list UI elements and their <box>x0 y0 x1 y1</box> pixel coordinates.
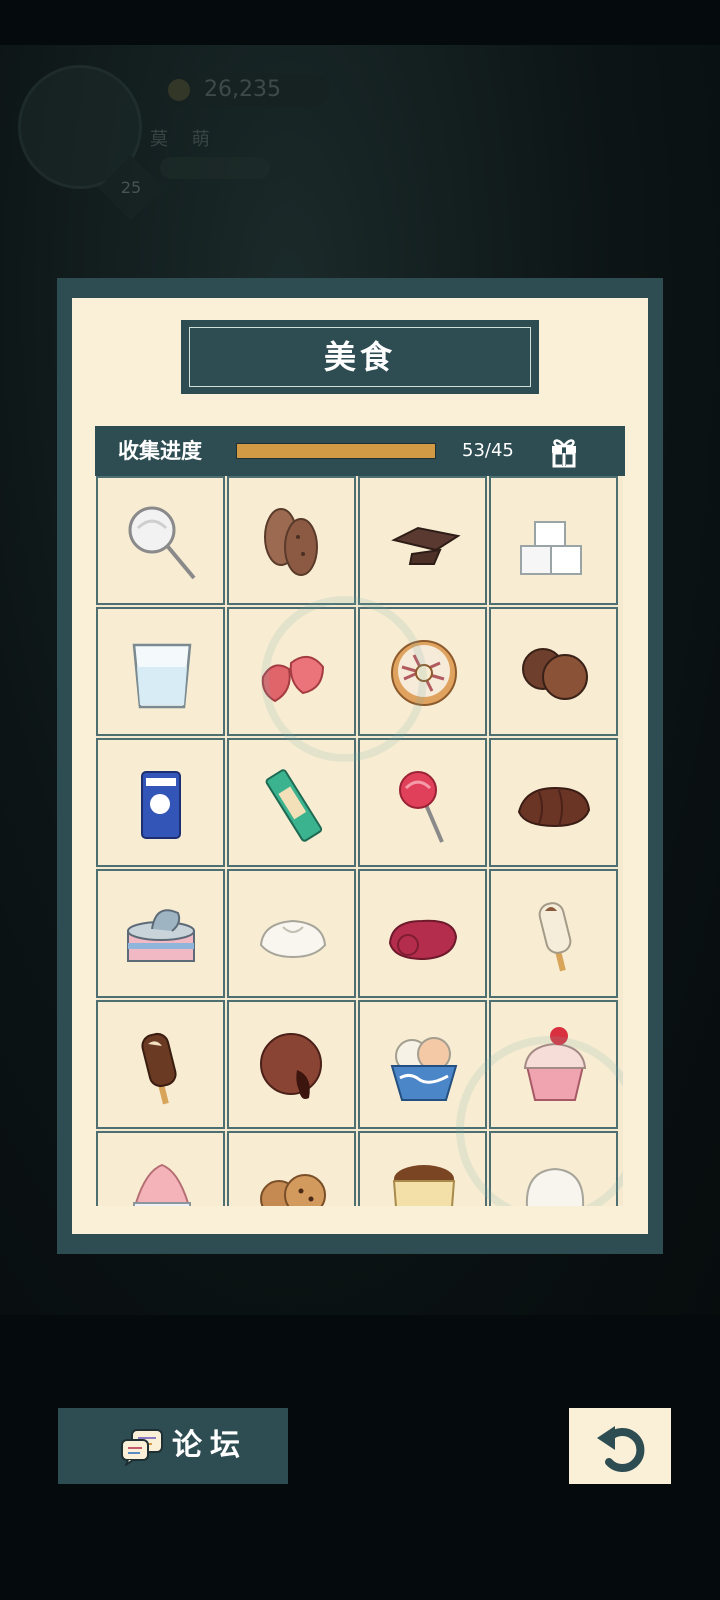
level-badge: 25 <box>98 155 164 221</box>
food-item-2[interactable] <box>227 476 356 605</box>
candy-packet-icon <box>141 771 181 839</box>
food-item-18[interactable] <box>227 1000 356 1129</box>
chocolate-ice-pop-icon <box>141 1032 177 1105</box>
chocolate-croissant-icon <box>517 786 591 828</box>
canned-food-icon <box>127 909 195 962</box>
food-item-24[interactable] <box>489 1131 618 1206</box>
food-collection-grid[interactable] <box>96 476 623 1206</box>
panel-title: 美食 <box>323 338 396 376</box>
chocolate-truffles-icon <box>522 648 588 700</box>
food-item-15[interactable] <box>358 869 487 998</box>
level-number: 25 <box>120 178 142 197</box>
sugar-cubes-icon <box>520 521 582 575</box>
coin-amount: 26,235 <box>204 77 281 102</box>
progress-count: 53/45 <box>462 440 514 461</box>
pudding-icon <box>392 1165 456 1206</box>
food-item-4[interactable] <box>489 476 618 605</box>
food-item-22[interactable] <box>227 1131 356 1206</box>
progress-fill <box>237 444 435 458</box>
food-item-20[interactable] <box>489 1000 618 1129</box>
food-item-10[interactable] <box>227 738 356 867</box>
food-item-19[interactable] <box>358 1000 487 1129</box>
red-bean-roll-icon <box>388 919 458 961</box>
steamed-bun-icon <box>259 919 327 959</box>
food-item-1[interactable] <box>96 476 225 605</box>
progress-track <box>236 443 436 459</box>
food-item-8[interactable] <box>489 607 618 736</box>
undo-arrow-icon <box>597 1426 645 1472</box>
food-item-13[interactable] <box>96 869 225 998</box>
chat-bubbles-icon <box>121 1429 163 1466</box>
forum-button-label: 论坛 <box>172 1428 248 1463</box>
chip-cookies-icon <box>260 1174 326 1206</box>
food-item-3[interactable] <box>358 476 487 605</box>
food-item-23[interactable] <box>358 1131 487 1206</box>
hud-status-bar <box>160 157 270 179</box>
food-item-17[interactable] <box>96 1000 225 1129</box>
coin-counter: 26,235 <box>160 73 330 107</box>
ice-cream-bowl-icon <box>390 1037 458 1101</box>
food-item-16[interactable] <box>489 869 618 998</box>
dried-strawberry-icon <box>261 656 325 703</box>
food-item-5[interactable] <box>96 607 225 736</box>
gift-icon <box>552 439 576 468</box>
food-item-12[interactable] <box>489 738 618 867</box>
food-item-6[interactable] <box>227 607 356 736</box>
vanilla-ice-pop-icon <box>538 902 572 972</box>
food-item-14[interactable] <box>227 869 356 998</box>
hud-overlay: 25 26,235 莫 萌 <box>0 45 720 275</box>
gift-reward-button[interactable] <box>545 432 583 470</box>
white-lollipop-icon <box>128 506 196 580</box>
chocolate-pieces-icon <box>391 526 461 565</box>
donut-icon <box>391 640 457 706</box>
coin-icon <box>168 79 190 101</box>
hud-chips: 莫 萌 <box>150 125 228 151</box>
hud-chip-2: 萌 <box>191 129 210 150</box>
milk-glass-icon <box>132 643 192 709</box>
food-item-21[interactable] <box>96 1131 225 1206</box>
progress-label: 收集进度 <box>118 439 202 463</box>
cookies-icon <box>264 508 318 576</box>
back-button[interactable] <box>569 1408 671 1484</box>
food-item-11[interactable] <box>358 738 487 867</box>
snack-bar-icon <box>265 769 323 842</box>
mochi-icon <box>525 1167 585 1206</box>
hud-chip-1: 莫 <box>150 129 168 150</box>
chocolate-lava-cake-icon <box>260 1033 322 1099</box>
red-lollipop-icon <box>399 771 444 843</box>
food-item-7[interactable] <box>358 607 487 736</box>
cupcake-icon <box>523 1027 587 1101</box>
food-item-9[interactable] <box>96 738 225 867</box>
shaved-ice-icon <box>133 1163 191 1206</box>
